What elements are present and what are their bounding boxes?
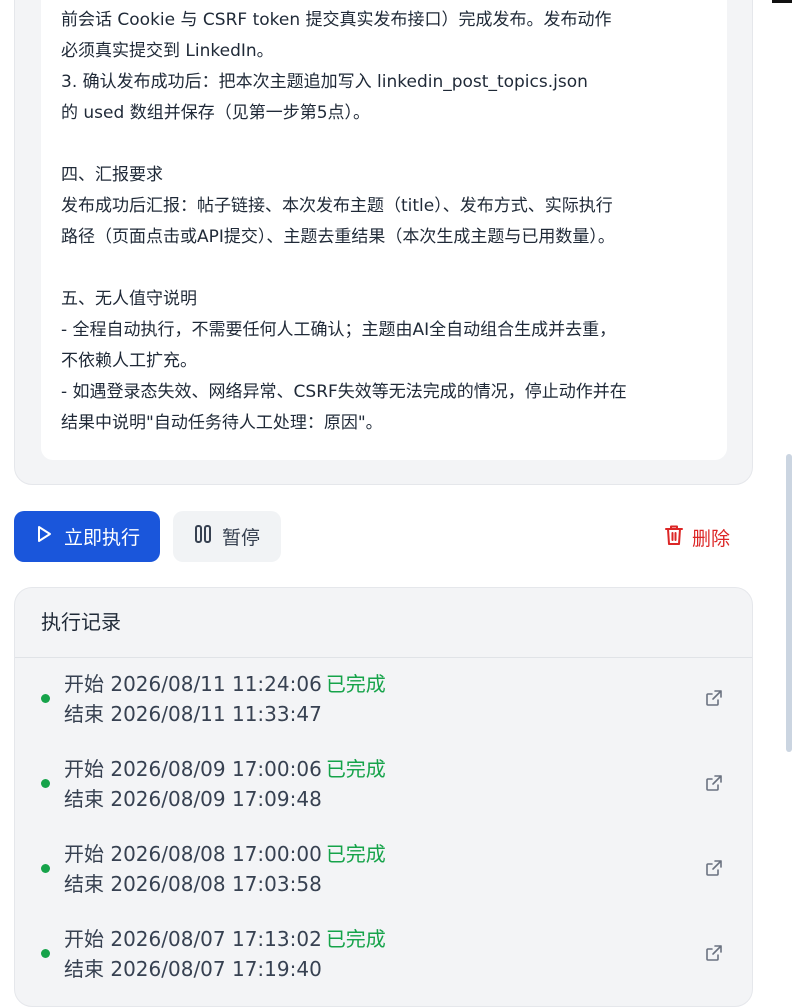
scrollbar[interactable] (786, 454, 792, 752)
log-start-line: 开始 2026/08/07 17:13:02 已完成 (64, 924, 386, 954)
external-link-icon[interactable] (704, 943, 724, 963)
trash-icon (664, 524, 684, 551)
log-row: 开始 2026/08/08 17:00:00 已完成 结束 2026/08/08 1… (15, 828, 752, 913)
prompt-section-heading: 五、无人值守说明 (61, 289, 197, 309)
log-end-time: 结束 2026/08/07 17:19:40 (64, 957, 322, 981)
log-end-time: 结束 2026/08/09 17:09:48 (64, 787, 322, 811)
status-badge: 已完成 (325, 757, 386, 781)
log-start-line: 开始 2026/08/08 17:00:00 已完成 (64, 839, 386, 869)
log-start-time: 开始 2026/08/07 17:13:02 (64, 927, 322, 951)
run-now-button[interactable]: 立即执行 (14, 511, 160, 562)
status-dot (41, 949, 50, 958)
log-end-time: 结束 2026/08/08 17:03:58 (64, 872, 322, 896)
execution-log-title: 执行记录 (15, 588, 752, 658)
prompt-line: 不依赖人工扩充。 (61, 351, 197, 371)
log-row: 开始 2026/08/09 17:00:06 已完成 结束 2026/08/09 1… (15, 743, 752, 828)
prompt-line: 结果中说明"自动任务待人工处理：原因"。 (61, 413, 383, 433)
external-link-icon[interactable] (704, 858, 724, 878)
delete-button[interactable]: 删除 (664, 519, 730, 555)
pause-button[interactable]: 暂停 (173, 511, 281, 562)
log-times: 开始 2026/08/07 17:13:02 已完成 结束 2026/08/07 1… (64, 924, 386, 984)
pause-label: 暂停 (221, 527, 260, 549)
prompt-line: 前会话 Cookie 与 CSRF token 提交真实发布接口）完成发布。发布… (61, 10, 612, 30)
prompt-line: 路径（页面点击或API提交）、主题去重结果（本次生成主题与已用数量）。 (61, 227, 615, 247)
task-prompt-card: 前会话 Cookie 与 CSRF token 提交真实发布接口）完成发布。发布… (14, 0, 753, 485)
execution-log-list: 开始 2026/08/11 11:24:06 已完成 结束 2026/08/11 1… (15, 658, 752, 998)
execution-log-card: 执行记录 开始 2026/08/11 11:24:06 已完成 结束 2026/08… (14, 587, 753, 1007)
prompt-section-heading: 四、汇报要求 (61, 165, 163, 185)
prompt-line-blank (61, 253, 707, 284)
log-start-line: 开始 2026/08/11 11:24:06 已完成 (64, 669, 386, 699)
external-link-icon[interactable] (704, 688, 724, 708)
prompt-line: - 全程自动执行，不需要任何人工确认；主题由AI全自动组合生成并去重， (61, 320, 617, 340)
window-edge (772, 0, 792, 3)
play-icon (34, 524, 54, 549)
delete-label: 删除 (692, 527, 731, 550)
log-times: 开始 2026/08/08 17:00:00 已完成 结束 2026/08/08 1… (64, 839, 386, 899)
prompt-line-blank (61, 129, 707, 160)
log-start-line: 开始 2026/08/09 17:00:06 已完成 (64, 754, 386, 784)
log-start-time: 开始 2026/08/09 17:00:06 (64, 757, 322, 781)
pause-icon (194, 524, 212, 549)
prompt-line: - 如遇登录态失效、网络异常、CSRF失效等无法完成的情况，停止动作并在 (61, 382, 627, 402)
status-dot (41, 864, 50, 873)
log-start-time: 开始 2026/08/08 17:00:00 (64, 842, 322, 866)
run-now-label: 立即执行 (63, 527, 140, 549)
log-end-time: 结束 2026/08/11 11:33:47 (64, 702, 322, 726)
prompt-line: 3. 确认发布成功后：把本次主题追加写入 linkedin_post_topic… (61, 72, 588, 92)
log-times: 开始 2026/08/11 11:24:06 已完成 结束 2026/08/11 1… (64, 669, 386, 729)
status-dot (41, 779, 50, 788)
log-row: 开始 2026/08/07 17:13:02 已完成 结束 2026/08/07 1… (15, 913, 752, 998)
prompt-line: 的 used 数组并保存（见第一步第5点）。 (61, 103, 371, 123)
status-badge: 已完成 (325, 927, 386, 951)
log-row: 开始 2026/08/11 11:24:06 已完成 结束 2026/08/11 1… (15, 658, 752, 743)
external-link-icon[interactable] (704, 773, 724, 793)
prompt-line: 发布成功后汇报：帖子链接、本次发布主题（title）、发布方式、实际执行 (61, 196, 613, 216)
log-times: 开始 2026/08/09 17:00:06 已完成 结束 2026/08/09 1… (64, 754, 386, 814)
task-prompt-text: 前会话 Cookie 与 CSRF token 提交真实发布接口）完成发布。发布… (41, 0, 727, 460)
prompt-line: 必须真实提交到 LinkedIn。 (61, 41, 274, 61)
log-start-time: 开始 2026/08/11 11:24:06 (64, 672, 322, 696)
status-badge: 已完成 (325, 672, 386, 696)
status-dot (41, 694, 50, 703)
status-badge: 已完成 (325, 842, 386, 866)
